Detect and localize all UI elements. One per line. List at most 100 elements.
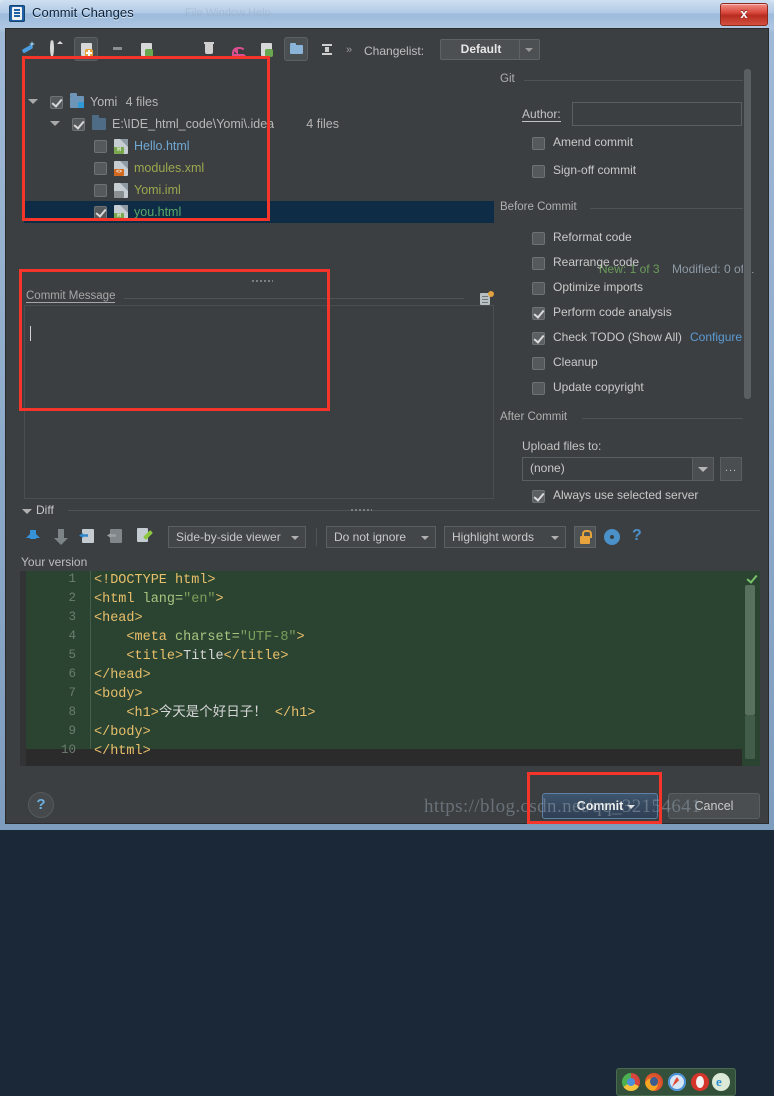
tree-row-count: 4 files <box>306 117 339 131</box>
options-scrollbar[interactable] <box>743 69 752 499</box>
help-button[interactable]: ? <box>28 792 54 818</box>
rearrange-code-row[interactable]: Rearrange code <box>532 254 742 274</box>
viewer-mode-combo[interactable]: Side-by-side viewer <box>168 526 306 548</box>
firefox-icon[interactable] <box>645 1073 663 1091</box>
collapse-triangle-icon[interactable] <box>22 509 32 519</box>
tree-row-yomi[interactable]: Yomi 4 files <box>24 91 494 113</box>
move-to-changelist-icon[interactable] <box>104 37 128 61</box>
edit-source-icon[interactable] <box>134 525 158 549</box>
code-content[interactable]: <!DOCTYPE html> <html lang="en"> <head> <m… <box>94 571 724 761</box>
refresh-icon[interactable] <box>46 37 70 61</box>
tree-row-modules-xml[interactable]: <> modules.xml <box>24 157 494 179</box>
tree-checkbox[interactable] <box>94 140 107 153</box>
file-type-tag: <> <box>114 169 124 176</box>
folder-icon <box>70 93 84 108</box>
gear-icon[interactable] <box>604 529 620 545</box>
ignore-mode-value: Do not ignore <box>334 530 407 544</box>
help-icon[interactable]: ? <box>632 527 642 545</box>
next-change-icon[interactable] <box>50 525 74 549</box>
code-line: </html> <box>94 744 151 759</box>
author-field[interactable] <box>572 102 742 126</box>
reformat-code-row[interactable]: Reformat code <box>532 229 742 249</box>
add-to-vcs-icon[interactable] <box>74 37 98 61</box>
tree-row-yomi-iml[interactable]: Yomi.iml <box>24 179 494 201</box>
remove-changelist-icon[interactable] <box>196 37 220 61</box>
expand-arrow-icon[interactable] <box>50 121 60 131</box>
xml-file-icon: <> <box>114 161 128 176</box>
group-by-directory-icon[interactable] <box>284 37 308 61</box>
splitter-handle[interactable] <box>251 279 273 283</box>
commit-message-label: Commit Message <box>26 290 122 303</box>
cleanup-row[interactable]: Cleanup <box>532 354 742 374</box>
scrollbar-thumb[interactable] <box>745 585 755 715</box>
diff-divider <box>68 510 760 511</box>
editor-scrollbar[interactable] <box>742 571 760 766</box>
amend-commit-checkbox[interactable] <box>532 137 545 150</box>
upload-target-combo[interactable]: (none) <box>522 457 714 481</box>
chevron-down-icon[interactable] <box>692 458 713 480</box>
previous-change-icon[interactable] <box>22 525 46 549</box>
commit-message-input[interactable] <box>24 305 494 499</box>
highlight-mode-combo[interactable]: Highlight words <box>444 526 566 548</box>
upload-browse-button[interactable]: ... <box>720 457 742 481</box>
optimize-imports-checkbox[interactable] <box>532 282 545 295</box>
scrollbar-thumb[interactable] <box>744 69 751 399</box>
opera-icon[interactable] <box>691 1073 709 1091</box>
close-button[interactable]: x <box>720 3 768 26</box>
tree-checkbox[interactable] <box>94 184 107 197</box>
changed-files-tree[interactable]: Yomi 4 files E:\IDE_html_code\Yomi\.idea 4 … <box>24 91 494 263</box>
text-caret <box>30 326 31 341</box>
collapse-all-icon[interactable] <box>314 37 338 61</box>
accept-left-icon[interactable] <box>78 525 102 549</box>
rearrange-code-label: Rearrange code <box>553 255 640 269</box>
accept-right-icon[interactable] <box>106 525 130 549</box>
chrome-icon[interactable] <box>622 1073 640 1091</box>
delete-icon[interactable] <box>166 37 190 61</box>
reformat-code-checkbox[interactable] <box>532 232 545 245</box>
update-copyright-row[interactable]: Update copyright <box>532 379 742 399</box>
show-ignored-files-icon[interactable] <box>254 37 278 61</box>
code-line: <body> <box>94 687 143 702</box>
optimize-imports-row[interactable]: Optimize imports <box>532 279 742 299</box>
tree-row-you-html[interactable]: Hyou.html <box>24 201 494 223</box>
sign-off-commit-row[interactable]: Sign-off commit <box>532 162 732 182</box>
chevron-more-icon[interactable]: » <box>346 44 352 56</box>
diff-editor[interactable]: 1 2 3 4 5 6 7 8 9 10 <!DOCTYPE html> <html lang="e… <box>20 571 760 766</box>
new-changelist-icon[interactable] <box>134 37 158 61</box>
chevron-down-icon[interactable] <box>519 40 539 59</box>
update-copyright-checkbox[interactable] <box>532 382 545 395</box>
tree-checkbox[interactable] <box>72 118 85 131</box>
amend-commit-row[interactable]: Amend commit <box>532 134 732 154</box>
perform-code-analysis-checkbox[interactable] <box>532 307 545 320</box>
commit-message-divider <box>124 298 464 299</box>
iml-file-icon <box>114 183 128 198</box>
ie-icon[interactable]: e <box>712 1073 730 1091</box>
ignore-mode-combo[interactable]: Do not ignore <box>326 526 436 548</box>
expand-arrow-icon[interactable] <box>28 99 38 109</box>
safari-icon[interactable] <box>668 1073 686 1091</box>
rearrange-code-checkbox[interactable] <box>532 257 545 270</box>
configure-link[interactable]: Configure <box>690 330 742 344</box>
perform-code-analysis-row[interactable]: Perform code analysis <box>532 304 742 324</box>
html-file-icon: H <box>114 139 128 154</box>
tree-row-hello-html[interactable]: H Hello.html <box>24 135 494 157</box>
changelist-combo[interactable]: Default <box>440 39 540 60</box>
always-use-server-checkbox[interactable] <box>532 490 545 503</box>
sign-off-commit-checkbox[interactable] <box>532 165 545 178</box>
tree-checkbox[interactable] <box>50 96 63 109</box>
file-type-tag: H <box>114 147 124 154</box>
tree-checkbox[interactable] <box>94 162 107 175</box>
lock-icon[interactable] <box>574 526 596 548</box>
cleanup-checkbox[interactable] <box>532 357 545 370</box>
always-use-server-label: Always use selected server <box>553 488 699 502</box>
check-todo-checkbox[interactable] <box>532 332 545 345</box>
rollback-icon[interactable] <box>224 37 248 61</box>
tree-row-e--ide_html_code-yomi--idea[interactable]: E:\IDE_html_code\Yomi\.idea 4 files <box>24 113 494 135</box>
diff-splitter-handle[interactable] <box>350 508 372 512</box>
after-commit-title: After Commit <box>500 411 574 423</box>
tree-checkbox[interactable] <box>94 206 107 219</box>
html-file-icon: H <box>114 205 128 220</box>
show-diff-icon[interactable] <box>16 37 40 61</box>
line-number: 10 <box>60 743 76 757</box>
diff-header[interactable]: Diff <box>20 503 760 521</box>
